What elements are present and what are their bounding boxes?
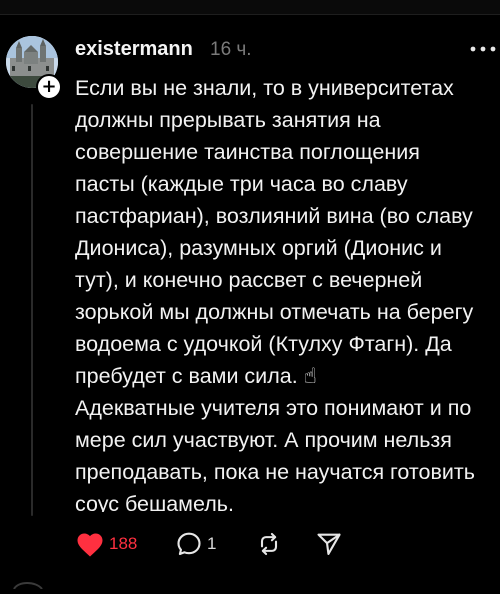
- post-text-line: совершение таинства поглощения: [75, 140, 420, 164]
- post-text-line: Если вы не знали, то в университетах: [75, 76, 454, 100]
- comment-button[interactable]: 1: [175, 528, 216, 560]
- follow-plus-badge[interactable]: +: [36, 74, 62, 100]
- send-icon: [317, 533, 341, 555]
- post-text-line: преподавать, пока не научатся готовить: [75, 460, 475, 484]
- post-text-line: пасты (каждые три часа во славу: [75, 172, 408, 196]
- like-button[interactable]: 188: [75, 528, 137, 560]
- post-text-line: пастфариан), возлияний вина (во славу: [75, 204, 473, 228]
- post-text-line: Адекватные учителя это понимают и по: [75, 396, 472, 420]
- like-count: 188: [109, 534, 138, 553]
- post-text-line: водоема с удочкой (Ктулху Фтагн). Да: [75, 332, 452, 356]
- share-button[interactable]: [315, 528, 343, 560]
- next-post-avatar-edge: [0, 576, 60, 590]
- post-text-line: зорькой мы должны отмечать на берегу: [75, 300, 474, 324]
- post-time: 16 ч.: [210, 39, 252, 60]
- post-text-line: мере сил участвуют. А прочим нельзя: [75, 428, 452, 452]
- thread-post: + existermann 16 ч. Если вы не знали, то…: [0, 0, 500, 590]
- thread-line: [31, 104, 33, 516]
- post-text: Если вы не знали, то в университетах дол…: [75, 72, 500, 512]
- post-text-line: должны прерывать занятия на: [75, 108, 381, 132]
- post-text-line: пребудет с вами сила. ☝: [75, 364, 317, 388]
- action-bar: 188 1: [75, 528, 405, 560]
- heart-filled-icon: [77, 533, 103, 557]
- post-text-line: соус бешамель.: [75, 492, 234, 512]
- repost-button[interactable]: [255, 528, 283, 560]
- comment-count: 1: [207, 534, 217, 553]
- post-text-line: Диониса), разумных оргий (Дионис и: [75, 236, 442, 260]
- comment-icon: [177, 532, 201, 556]
- repost-icon: [260, 532, 278, 556]
- more-dots-icon: [470, 46, 496, 52]
- post-text-line: тут), и конечно рассвет с вечерней: [75, 268, 423, 292]
- username[interactable]: existermann: [75, 38, 193, 61]
- more-options-button[interactable]: [462, 36, 498, 62]
